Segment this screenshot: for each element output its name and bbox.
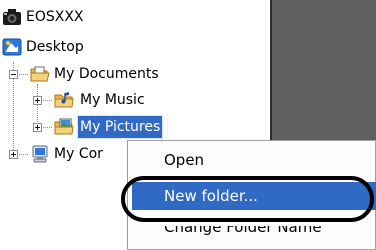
menu-item-open[interactable]: Open xyxy=(132,146,376,174)
tree-item-label: Desktop xyxy=(26,39,84,55)
expand-toggle[interactable] xyxy=(33,123,42,132)
collapse-toggle[interactable] xyxy=(9,70,18,79)
folder-open-icon xyxy=(30,66,50,82)
pictures-folder-icon xyxy=(54,118,74,135)
highlight-annotation xyxy=(121,176,374,222)
menu-item-label: Open xyxy=(164,151,205,169)
tree-item-label: My Music xyxy=(80,92,145,108)
desktop-icon xyxy=(2,38,22,56)
tree-item-label: My Cor xyxy=(54,146,103,162)
tree-item-label: EOSXXX xyxy=(26,9,84,25)
tree-item-label: My Documents xyxy=(54,66,159,82)
camera-icon xyxy=(3,9,21,25)
computer-icon xyxy=(32,145,48,163)
expand-toggle[interactable] xyxy=(9,150,18,159)
tree-item-label: My Pictures xyxy=(76,115,164,139)
music-folder-icon xyxy=(54,92,74,108)
expand-toggle[interactable] xyxy=(33,96,42,105)
